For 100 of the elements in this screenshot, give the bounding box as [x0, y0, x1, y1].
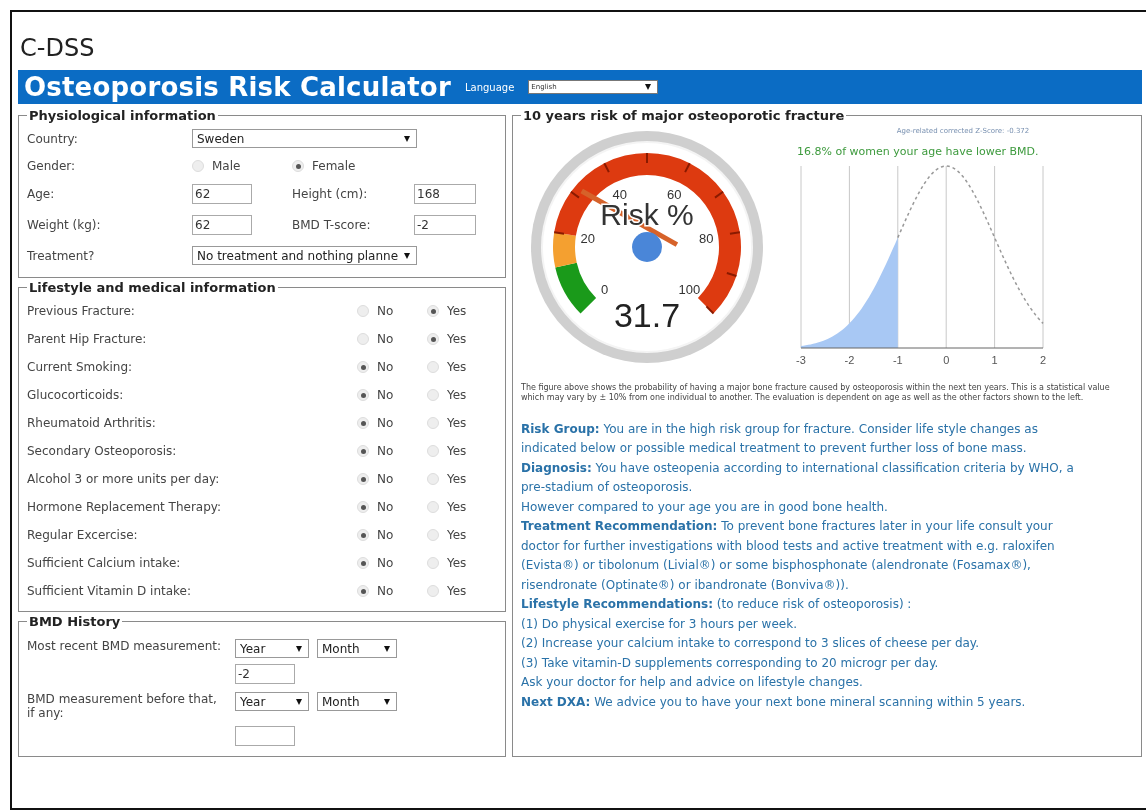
caret-icon	[645, 84, 652, 90]
advice-text: (1) Do physical exercise for 3 hours per week.	[521, 615, 798, 633]
radio-option[interactable]: No	[357, 360, 427, 374]
radio-option[interactable]: No	[357, 556, 427, 570]
axis-tick-label: -3	[796, 354, 806, 366]
radio-button[interactable]	[427, 585, 439, 597]
axis-tick-label: 0	[943, 354, 950, 366]
caret-icon	[384, 698, 390, 705]
radio-option[interactable]: No	[357, 472, 427, 486]
radio-option[interactable]: Yes	[427, 500, 487, 514]
radio-option[interactable]: No	[357, 444, 427, 458]
radio-option[interactable]: Male	[192, 159, 292, 173]
radio-button[interactable]	[357, 333, 369, 345]
field-label: Most recent BMD measurement:	[27, 639, 223, 653]
age-input[interactable]: 62	[192, 184, 252, 204]
radio-option[interactable]: No	[357, 332, 427, 346]
radio-option[interactable]: Yes	[427, 332, 487, 346]
section-legend: Lifestyle and medical information	[27, 280, 278, 295]
radio-button[interactable]	[357, 501, 369, 513]
advice-text: However compared to your age you are in good bone health.	[521, 498, 889, 516]
radio-button[interactable]	[292, 160, 304, 172]
radio-option[interactable]: Yes	[427, 416, 487, 430]
radio-option[interactable]: No	[357, 500, 427, 514]
month-select[interactable]: Month	[317, 692, 397, 711]
field-label: Treatment?	[27, 248, 96, 263]
radio-button[interactable]	[357, 445, 369, 457]
radio-option[interactable]: No	[357, 584, 427, 598]
radio-button[interactable]	[427, 473, 439, 485]
radio-button[interactable]	[357, 557, 369, 569]
field-label: BMD T-score:	[292, 218, 372, 232]
month-select[interactable]: Month	[317, 639, 397, 658]
radio-option[interactable]: No	[357, 304, 427, 318]
gauge-tick-label: 20	[580, 230, 595, 246]
bmd-value-input[interactable]: -2	[235, 664, 295, 684]
section-legend: 10 years risk of major osteoporotic fracture	[521, 108, 847, 123]
caret-icon	[404, 252, 410, 259]
radio-option[interactable]: Yes	[427, 360, 487, 374]
height-input[interactable]: 168	[414, 184, 476, 204]
radio-option[interactable]: Female	[292, 159, 414, 173]
radio-button[interactable]	[427, 445, 439, 457]
radio-button[interactable]	[427, 389, 439, 401]
t-score-input[interactable]: -2	[414, 215, 476, 235]
field-label: Height (cm):	[292, 187, 369, 201]
field-label: Weight (kg):	[27, 218, 102, 232]
page-title: Osteoporosis Risk Calculator	[24, 72, 451, 102]
field-label: Country:	[27, 131, 79, 146]
radio-button[interactable]	[192, 160, 204, 172]
field-label: Hormone Replacement Therapy:	[27, 500, 223, 514]
language-label: Language	[464, 81, 515, 93]
radio-option[interactable]: Yes	[427, 556, 487, 570]
radio-option[interactable]: Yes	[427, 584, 487, 598]
radio-option[interactable]: Yes	[427, 304, 487, 318]
gauge-tick-label: 60	[667, 186, 682, 202]
field-label: Regular Excercise:	[27, 528, 139, 542]
caret-icon	[296, 645, 302, 652]
gauge-tick-label: 40	[612, 186, 627, 202]
axis-tick-label: -2	[844, 354, 855, 366]
radio-option[interactable]: No	[357, 528, 427, 542]
radio-button[interactable]	[427, 361, 439, 373]
field-label: Gender:	[27, 159, 77, 173]
radio-button[interactable]	[427, 501, 439, 513]
radio-button[interactable]	[427, 417, 439, 429]
field-label: Age:	[27, 187, 56, 201]
field-label: Previous Fracture:	[27, 304, 136, 318]
radio-option[interactable]: Yes	[427, 528, 487, 542]
percentile-note: 16.8% of women your age have lower BMD.	[797, 145, 1040, 158]
radio-button[interactable]	[357, 417, 369, 429]
radio-button[interactable]	[357, 529, 369, 541]
radio-button[interactable]	[427, 557, 439, 569]
advice-text: Risk Group: You are in the high risk group for fracture. Consider life style changes as indicated below or possible medical treatment to prevent further loss of bone mass.	[521, 420, 1039, 458]
year-select[interactable]: Year	[235, 692, 309, 711]
radio-button[interactable]	[357, 473, 369, 485]
country-select[interactable]: Sweden	[192, 129, 417, 148]
bmd-value-input[interactable]	[235, 726, 295, 746]
caret-icon	[384, 645, 390, 652]
radio-button[interactable]	[357, 361, 369, 373]
caret-icon	[404, 135, 410, 142]
explanation-text: The figure above shows the probability of having a major bone fracture caused by osteoporosis within the next ten years. This is a statistical value which may vary by ± 10% from one individual to another. The evaluation is dependent on age as well as the other factors shown to the left.	[521, 383, 1111, 404]
radio-button[interactable]	[357, 389, 369, 401]
radio-button[interactable]	[357, 305, 369, 317]
field-label: Sufficient Vitamin D intake:	[27, 584, 193, 598]
radio-option[interactable]: Yes	[427, 388, 487, 402]
radio-option[interactable]: Yes	[427, 444, 487, 458]
radio-option[interactable]: No	[357, 416, 427, 430]
year-select[interactable]: Year	[235, 639, 309, 658]
gauge-tick-label: 80	[699, 230, 714, 246]
advice-text: Ask your doctor for help and advice on lifestyle changes.	[521, 674, 864, 692]
radio-button[interactable]	[427, 529, 439, 541]
radio-button[interactable]	[427, 305, 439, 317]
field-label: Glucocorticoids:	[27, 388, 125, 402]
radio-option[interactable]: No	[357, 388, 427, 402]
advice-text: Next DXA: We advice you to have your next bone mineral scanning within 5 years.	[521, 693, 1027, 711]
radio-button[interactable]	[357, 585, 369, 597]
treatment-select[interactable]: No treatment and nothing planne	[192, 246, 417, 265]
radio-option[interactable]: Yes	[427, 472, 487, 486]
radio-button[interactable]	[427, 333, 439, 345]
caret-icon	[296, 698, 302, 705]
weight-input[interactable]: 62	[192, 215, 252, 235]
risk-value: 31.7	[613, 296, 681, 334]
advice-text: (3) Take vitamin-D supplements corresponding to 20 microgr per day.	[521, 654, 940, 672]
